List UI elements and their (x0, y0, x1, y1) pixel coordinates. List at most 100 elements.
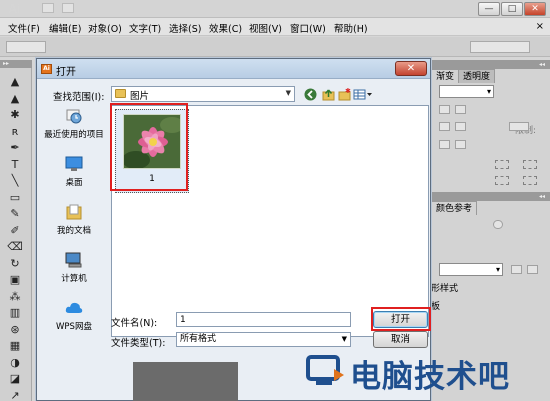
place-recent[interactable]: 最近使用的项目 (42, 106, 106, 154)
control-field[interactable] (470, 41, 530, 53)
eraser-tool-icon[interactable]: ⌫ (6, 239, 24, 254)
align-button[interactable] (439, 122, 450, 131)
file-name-label: 文件名(N): (111, 318, 158, 329)
chevron-down-icon: ▼ (341, 335, 347, 343)
pen-tool-icon[interactable]: ✒ (6, 140, 24, 155)
eyedropper-tool-icon[interactable]: ◑ (6, 355, 24, 370)
place-computer[interactable]: 计算机 (42, 250, 106, 298)
watermark-logo-icon (306, 355, 344, 385)
place-label: 桌面 (65, 178, 83, 188)
blend-mode-dropdown[interactable]: ▾ (439, 85, 494, 98)
menu-effect[interactable]: 效果(C) (209, 21, 242, 35)
place-label: 最近使用的项目 (44, 130, 104, 140)
symbol-sprayer-tool-icon[interactable]: ⁂ (6, 289, 24, 304)
illustrator-app-icon: Ai (41, 64, 52, 74)
menu-object[interactable]: 对象(O) (88, 21, 122, 35)
direct-selection-tool-icon[interactable]: ▲ (6, 91, 24, 106)
menu-file[interactable]: 文件(F) (8, 21, 40, 35)
tab-color-guide[interactable]: 颜色参考 (431, 201, 478, 215)
look-in-dropdown[interactable]: 图片 ▼ (111, 86, 295, 102)
panel-button[interactable] (511, 265, 522, 274)
panel-dock-bar[interactable]: ◂◂ (431, 192, 550, 201)
distribute-icon[interactable] (523, 176, 537, 185)
menu-edit[interactable]: 编辑(E) (49, 21, 81, 35)
dialog-close-button[interactable]: ✕ (395, 61, 427, 76)
menubar: 文件(F) 编辑(E) 对象(O) 文字(T) 选择(S) 效果(C) 视图(V… (0, 18, 550, 36)
dialog-titlebar[interactable]: Ai 打开 ✕ (37, 59, 430, 79)
rectangle-tool-icon[interactable]: ▭ (6, 190, 24, 205)
place-label: 计算机 (61, 274, 87, 284)
align-button[interactable] (439, 140, 450, 149)
limit-stepper[interactable] (509, 122, 529, 131)
panel-artboards-label[interactable]: 板 (431, 299, 440, 312)
tab-gradient[interactable]: 渐变 (431, 69, 460, 83)
chevron-down-icon: ▼ (285, 89, 291, 97)
cancel-button[interactable]: 取消 (373, 331, 428, 348)
color-swatch-icon[interactable] (493, 220, 503, 229)
distribute-icon[interactable] (523, 160, 537, 169)
align-button[interactable] (455, 140, 466, 149)
scale-tool-icon[interactable]: ▣ (6, 272, 24, 287)
magic-wand-tool-icon[interactable]: ✱ (6, 107, 24, 122)
menu-type[interactable]: 文字(T) (129, 21, 161, 35)
selection-tool-icon[interactable]: ▲ (6, 74, 24, 89)
minimize-button[interactable]: — (478, 2, 500, 16)
file-name-input[interactable] (176, 312, 351, 327)
file-type-label: 文件类型(T): (111, 338, 166, 349)
panel-dock-bar[interactable]: ◂◂ (431, 60, 550, 69)
menu-select[interactable]: 选择(S) (169, 21, 201, 35)
align-button[interactable] (439, 105, 450, 114)
toolbox-grip[interactable]: ▸▸ (0, 60, 32, 68)
line-tool-icon[interactable]: ╲ (6, 173, 24, 188)
new-folder-icon[interactable]: ✱ (337, 87, 351, 101)
place-documents[interactable]: 我的文档 (42, 202, 106, 250)
close-window-button[interactable]: ✕ (524, 2, 546, 16)
align-button[interactable] (455, 105, 466, 114)
arrange-icon[interactable] (62, 3, 74, 13)
back-icon[interactable] (303, 88, 317, 101)
place-label: WPS网盘 (56, 322, 92, 332)
type-tool-icon[interactable]: T (6, 157, 24, 172)
pencil-tool-icon[interactable]: ✐ (6, 223, 24, 238)
view-menu-icon[interactable] (353, 88, 373, 101)
gradient-tool-icon[interactable]: ▦ (6, 338, 24, 353)
distribute-icon[interactable] (495, 160, 509, 169)
desktop-icon (65, 156, 83, 172)
recent-items-icon (65, 108, 83, 124)
toolbox: ▸▸ ▲ ▲ ✱ ʀ ✒ T ╲ ▭ ✎ ✐ ⌫ ↻ ▣ ⁂ ▥ ⊛ ▦ ◑ ◪ ↗ (0, 60, 32, 401)
up-folder-icon[interactable] (321, 88, 335, 101)
mesh-tool-icon[interactable]: ⊛ (6, 322, 24, 337)
panel-dropdown[interactable]: ▾ (439, 263, 503, 276)
file-item[interactable]: 1 (115, 109, 189, 193)
tab-transparency[interactable]: 透明度 (458, 69, 496, 83)
place-desktop[interactable]: 桌面 (42, 154, 106, 202)
look-in-label: 查找范围(I): (53, 92, 105, 103)
control-field[interactable] (6, 41, 46, 53)
rotate-tool-icon[interactable]: ↻ (6, 256, 24, 271)
bridge-icon[interactable] (42, 3, 54, 13)
file-list[interactable]: 1 (111, 105, 429, 337)
align-button[interactable] (455, 122, 466, 131)
menu-view[interactable]: 视图(V) (249, 21, 282, 35)
computer-icon (65, 252, 83, 268)
graph-tool-icon[interactable]: ▥ (6, 305, 24, 320)
paintbrush-tool-icon[interactable]: ✎ (6, 206, 24, 221)
file-type-dropdown[interactable]: 所有格式 ▼ (176, 332, 351, 347)
close-document-icon[interactable]: × (536, 21, 544, 32)
open-button[interactable]: 打开 (373, 311, 428, 328)
places-bar: 最近使用的项目 桌面 我的文档 计算机 WPS网盘 (42, 106, 106, 336)
watermark-text: 电脑技术吧 (350, 359, 510, 395)
file-name-label: 1 (149, 174, 155, 184)
panel-button[interactable] (527, 265, 538, 274)
artboard-tool-icon[interactable]: ↗ (6, 388, 24, 401)
menu-window[interactable]: 窗口(W) (290, 21, 326, 35)
app-logo: Ai (8, 1, 21, 16)
maximize-button[interactable]: □ (501, 2, 523, 16)
blend-tool-icon[interactable]: ◪ (6, 371, 24, 386)
place-wps-cloud[interactable]: WPS网盘 (42, 298, 106, 346)
menu-help[interactable]: 帮助(H) (334, 21, 368, 35)
panel-graphic-styles-label[interactable]: 形样式 (431, 281, 458, 294)
distribute-icon[interactable] (495, 176, 509, 185)
control-strip (0, 37, 550, 57)
lasso-tool-icon[interactable]: ʀ (6, 124, 24, 139)
